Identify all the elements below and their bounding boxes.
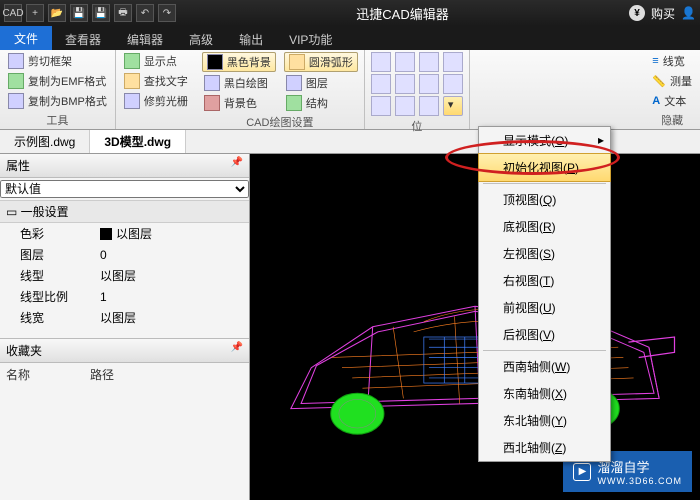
doc-tab-3dmodel[interactable]: 3D模型.dwg <box>90 130 186 153</box>
ribbon-group-hide: ≡线宽 📏测量 A文本 隐藏 <box>644 50 700 129</box>
menu-se-iso[interactable]: 东南轴侧(X) <box>479 380 610 407</box>
menu-ne-iso[interactable]: 东北轴侧(Y) <box>479 407 610 434</box>
ribbon-group-label: 隐藏 <box>650 110 694 130</box>
menu-sw-iso[interactable]: 西南轴侧(W) <box>479 353 610 380</box>
currency-icon[interactable]: ¥ <box>629 5 645 21</box>
tab-editor[interactable]: 编辑器 <box>114 28 176 50</box>
title-bar: CAD + 📂 💾 💾 🖶 ↶ ↷ 迅捷CAD编辑器 ¥ 购买 👤 <box>0 0 700 26</box>
view-dropdown-icon[interactable]: ▾ <box>443 96 463 116</box>
orbit-icon[interactable] <box>443 74 463 94</box>
saveas-icon[interactable]: 💾 <box>92 4 110 22</box>
tab-output[interactable]: 输出 <box>226 28 276 50</box>
ribbon-group-label: 工具 <box>6 110 109 130</box>
view-90-icon[interactable] <box>395 96 415 116</box>
prop-layer[interactable]: 图层0 <box>0 244 249 265</box>
app-title: 迅捷CAD编辑器 <box>176 4 629 23</box>
app-icon[interactable]: CAD <box>4 4 22 22</box>
menu-display-mode[interactable]: 显示模式(O)▸ <box>479 127 610 154</box>
view-context-menu: 显示模式(O)▸ 初始化视图(P) 顶视图(Q) 底视图(R) 左视图(S) 右… <box>478 126 611 462</box>
ribbon-group-tools: 剪切框架 复制为EMF格式 复制为BMP格式 工具 <box>0 50 116 129</box>
prop-linewidth[interactable]: 线宽以图层 <box>0 307 249 328</box>
text-button[interactable]: A文本 <box>650 92 694 110</box>
zoom-extents-icon[interactable] <box>371 52 391 72</box>
ribbon-group-label: 位 <box>371 116 463 136</box>
bg-color-button[interactable]: 背景色 <box>202 94 276 112</box>
watermark-logo-icon: ▶ <box>573 463 591 481</box>
menu-front-view[interactable]: 前视图(U) <box>479 294 610 321</box>
bw-draw-button[interactable]: 黑白绘图 <box>202 74 276 92</box>
buy-link[interactable]: 购买 <box>651 5 675 22</box>
favorites-header[interactable]: 收藏夹📌 <box>0 338 249 363</box>
tab-vip[interactable]: VIP功能 <box>276 28 345 50</box>
menu-bottom-view[interactable]: 底视图(R) <box>479 213 610 240</box>
zoom-in-icon[interactable] <box>371 74 391 94</box>
ribbon: 剪切框架 复制为EMF格式 复制为BMP格式 工具 显示点 查找文字 修剪光栅 … <box>0 50 700 130</box>
quick-access-toolbar: CAD + 📂 💾 💾 🖶 ↶ ↷ <box>4 4 176 22</box>
measure-button[interactable]: 📏测量 <box>650 72 694 90</box>
zoom-out-icon[interactable] <box>395 74 415 94</box>
pin-icon[interactable]: 📌 <box>231 157 243 174</box>
menu-init-view[interactable]: 初始化视图(P) <box>478 153 611 182</box>
properties-panel: 属性📌 默认值 ▭ 一般设置 色彩以图层 图层0 线型以图层 线型比例1 线宽以… <box>0 154 250 500</box>
show-points-button[interactable]: 显示点 <box>122 52 190 70</box>
redo-icon[interactable]: ↷ <box>158 4 176 22</box>
tab-file[interactable]: 文件 <box>0 26 52 50</box>
rotate-icon[interactable] <box>419 74 439 94</box>
print-icon[interactable]: 🖶 <box>114 4 132 22</box>
ribbon-group-cad-settings: 黑色背景 黑白绘图 背景色 圆滑弧形 图层 结构 CAD绘图设置 <box>196 50 365 129</box>
car-wireframe <box>260 204 690 470</box>
prop-linescale[interactable]: 线型比例1 <box>0 286 249 307</box>
menu-back-view[interactable]: 后视图(V) <box>479 321 610 348</box>
black-bg-button[interactable]: 黑色背景 <box>202 52 276 72</box>
view-35-icon[interactable] <box>371 96 391 116</box>
properties-header: 属性📌 <box>0 154 249 178</box>
default-select[interactable]: 默认值 <box>0 180 249 198</box>
smooth-arc-button[interactable]: 圆滑弧形 <box>284 52 358 72</box>
undo-icon[interactable]: ↶ <box>136 4 154 22</box>
open-icon[interactable]: 📂 <box>48 4 66 22</box>
tab-viewer[interactable]: 查看器 <box>52 28 114 50</box>
watermark-brand: 溜溜自学 <box>597 460 649 475</box>
col-name: 名称 <box>6 366 30 383</box>
structure-button[interactable]: 结构 <box>284 94 358 112</box>
new-icon[interactable]: + <box>26 4 44 22</box>
ribbon-group-label: CAD绘图设置 <box>202 112 358 132</box>
trim-clip-button[interactable]: 修剪光栅 <box>122 92 190 110</box>
menu-nw-iso[interactable]: 西北轴侧(Z) <box>479 434 610 461</box>
prop-color[interactable]: 色彩以图层 <box>0 223 249 244</box>
pan-icon[interactable] <box>443 52 463 72</box>
menu-top-view[interactable]: 顶视图(Q) <box>479 186 610 213</box>
col-path: 路径 <box>90 366 114 383</box>
tab-advanced[interactable]: 高级 <box>176 28 226 50</box>
copy-bmp-button[interactable]: 复制为BMP格式 <box>6 92 109 110</box>
copy-emf-button[interactable]: 复制为EMF格式 <box>6 72 109 90</box>
layer-button[interactable]: 图层 <box>284 74 358 92</box>
drawing-viewport[interactable] <box>250 154 700 500</box>
zoom-window-icon[interactable] <box>395 52 415 72</box>
menu-right-view[interactable]: 右视图(T) <box>479 267 610 294</box>
zoom-icon[interactable] <box>419 52 439 72</box>
general-section[interactable]: ▭ 一般设置 <box>0 200 249 223</box>
doc-tab-sample[interactable]: 示例图.dwg <box>0 130 90 153</box>
find-text-button[interactable]: 查找文字 <box>122 72 190 90</box>
ribbon-group-pos: ▾ 位 <box>365 50 470 129</box>
pin-icon[interactable]: 📌 <box>231 342 243 359</box>
save-icon[interactable]: 💾 <box>70 4 88 22</box>
favorites-columns: 名称 路径 <box>0 363 249 386</box>
clip-frame-button[interactable]: 剪切框架 <box>6 52 109 70</box>
ribbon-group-2: 显示点 查找文字 修剪光栅 <box>116 50 196 129</box>
prop-linetype[interactable]: 线型以图层 <box>0 265 249 286</box>
refresh-icon[interactable] <box>419 96 439 116</box>
menu-left-view[interactable]: 左视图(S) <box>479 240 610 267</box>
ribbon-tabs: 文件 查看器 编辑器 高级 输出 VIP功能 <box>0 26 700 50</box>
user-icon[interactable]: 👤 <box>681 6 696 20</box>
linewidth-button[interactable]: ≡线宽 <box>650 52 694 70</box>
watermark-url: WWW.3D66.COM <box>597 476 682 486</box>
